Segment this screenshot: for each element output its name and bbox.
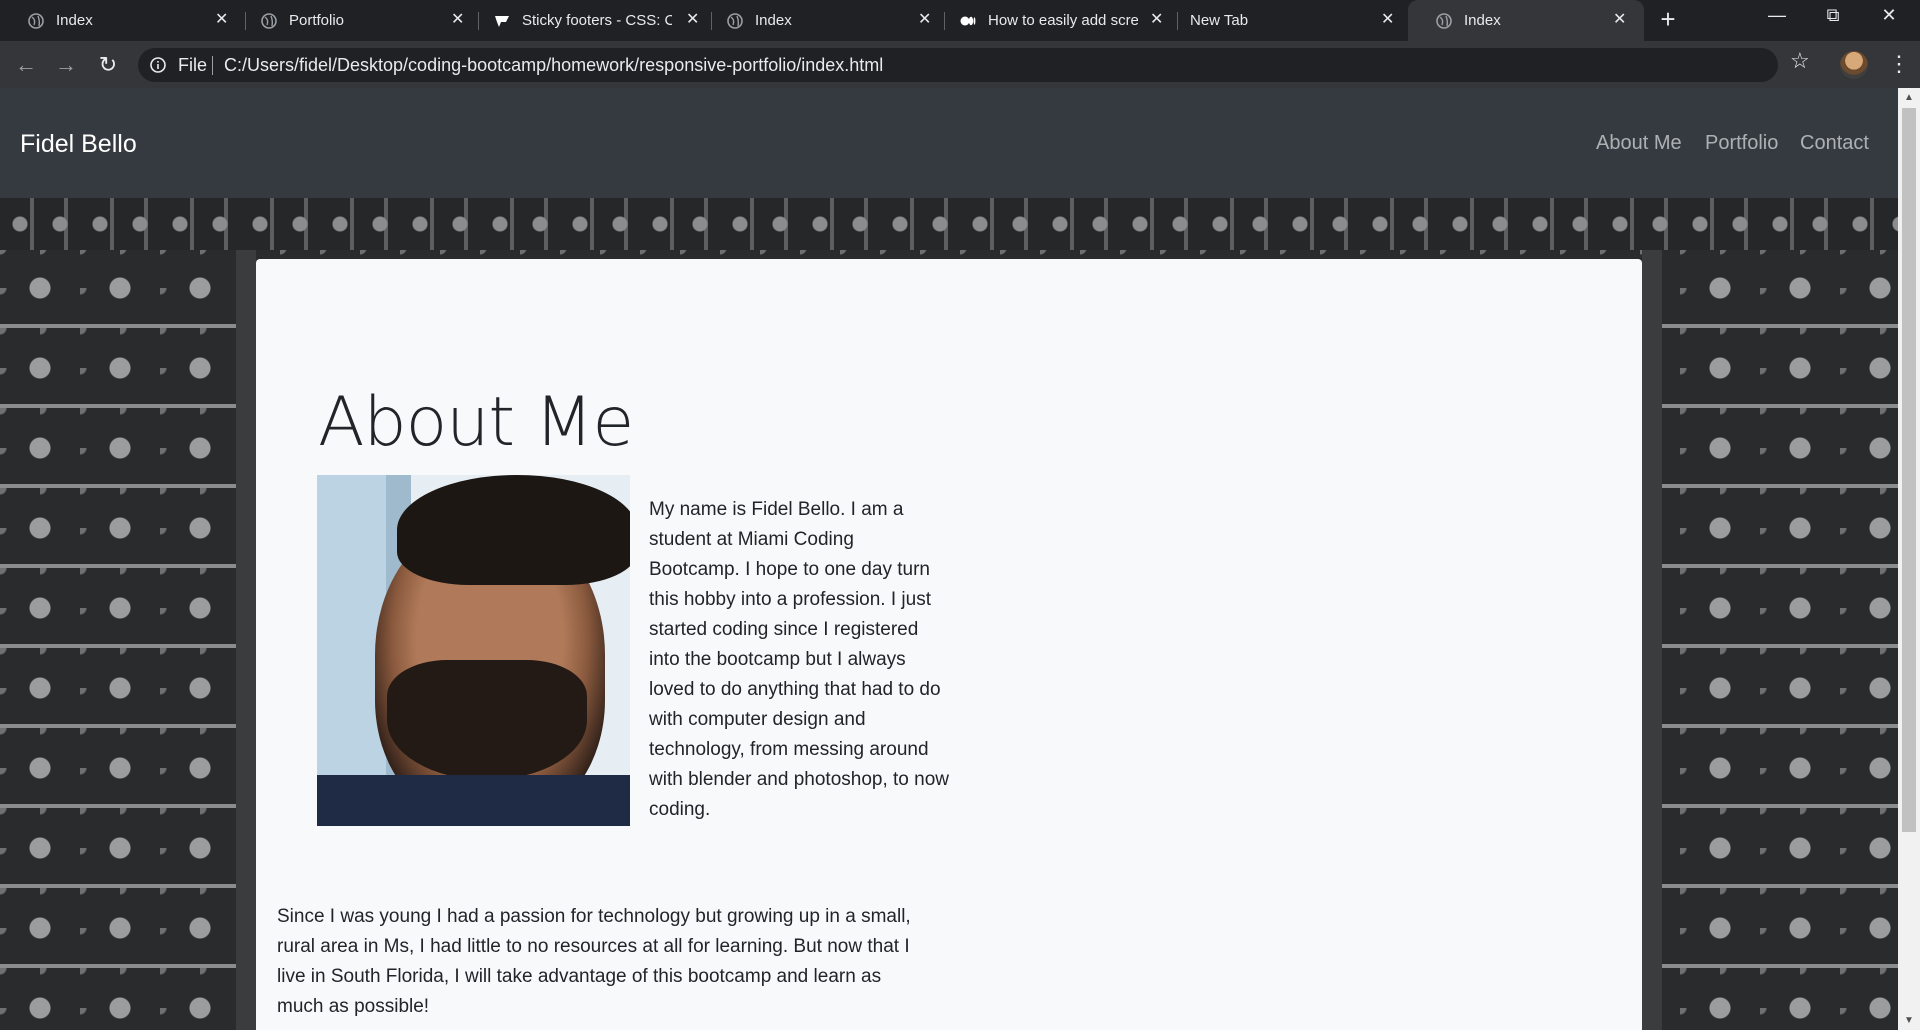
tab-sticky-footers[interactable]: Sticky footers - CSS: Ca ✕ bbox=[466, 0, 711, 41]
tab-title: Portfolio bbox=[289, 12, 345, 29]
page-scrollbar[interactable]: ▲ ▼ bbox=[1898, 88, 1920, 1030]
tab-new-tab[interactable]: New Tab ✕ bbox=[1165, 0, 1410, 41]
globe-icon bbox=[261, 13, 277, 29]
content-border-left bbox=[236, 250, 256, 1030]
browser-toolbar: ← → ↻ File C:/Users/fidel/Desktop/coding… bbox=[0, 41, 1920, 88]
tab-portfolio[interactable]: Portfolio ✕ bbox=[233, 0, 478, 41]
globe-icon bbox=[727, 13, 743, 29]
tab-title: Index bbox=[1464, 12, 1501, 29]
close-icon[interactable]: ✕ bbox=[918, 11, 931, 29]
close-icon[interactable]: ✕ bbox=[1613, 11, 1626, 29]
about-card: About Me My name is Fidel Bello. I am a … bbox=[256, 259, 1642, 1030]
scroll-up-arrow-icon[interactable]: ▲ bbox=[1904, 92, 1914, 103]
nav-link-about-me[interactable]: About Me bbox=[1596, 132, 1682, 155]
tab-index-1[interactable]: Index ✕ bbox=[0, 0, 245, 41]
site-navbar: Fidel Bello About Me Portfolio Contact bbox=[0, 88, 1898, 198]
medium-icon bbox=[960, 16, 976, 26]
close-icon[interactable]: ✕ bbox=[686, 11, 699, 29]
bookmark-star-icon[interactable]: ☆ bbox=[1790, 50, 1812, 72]
tab-title: How to easily add scre bbox=[988, 12, 1138, 29]
photo-shirt bbox=[317, 775, 630, 826]
page-title: About Me bbox=[318, 383, 634, 462]
minimize-button[interactable]: — bbox=[1762, 5, 1792, 29]
tab-title: Index bbox=[755, 12, 792, 29]
tab-title: New Tab bbox=[1190, 12, 1249, 29]
photo-hair bbox=[397, 475, 630, 585]
nav-link-contact[interactable]: Contact bbox=[1800, 132, 1869, 155]
url-text[interactable]: C:/Users/fidel/Desktop/coding-bootcamp/h… bbox=[224, 55, 883, 76]
background-pattern bbox=[0, 198, 1898, 250]
profile-avatar[interactable] bbox=[1840, 51, 1868, 79]
content-border-right bbox=[1642, 250, 1662, 1030]
css-tricks-icon bbox=[495, 16, 509, 27]
address-bar[interactable]: File C:/Users/fidel/Desktop/coding-bootc… bbox=[138, 48, 1778, 82]
close-icon[interactable]: ✕ bbox=[1150, 11, 1163, 29]
close-icon[interactable]: ✕ bbox=[215, 11, 228, 29]
back-button[interactable]: ← bbox=[12, 51, 40, 79]
new-tab-button[interactable]: + bbox=[1655, 6, 1681, 32]
reload-button[interactable]: ↻ bbox=[94, 51, 122, 79]
forward-button[interactable]: → bbox=[52, 51, 80, 79]
close-icon[interactable]: ✕ bbox=[451, 11, 464, 29]
omnibox-separator bbox=[212, 56, 213, 75]
scrollbar-thumb[interactable] bbox=[1902, 108, 1916, 832]
restore-button[interactable]: ⧉ bbox=[1818, 5, 1848, 29]
globe-icon bbox=[28, 13, 44, 29]
tab-index-2[interactable]: Index ✕ bbox=[699, 0, 944, 41]
tab-title: Index bbox=[56, 12, 93, 29]
nav-link-portfolio[interactable]: Portfolio bbox=[1705, 132, 1778, 155]
site-brand[interactable]: Fidel Bello bbox=[20, 130, 137, 159]
tab-screenshots[interactable]: How to easily add scre ✕ bbox=[932, 0, 1177, 41]
menu-icon[interactable]: ⋮ bbox=[1888, 49, 1910, 79]
tab-index-active[interactable]: Index ✕ bbox=[1408, 0, 1644, 41]
page-viewport: Fidel Bello About Me Portfolio Contact A… bbox=[0, 88, 1898, 1030]
close-icon[interactable]: ✕ bbox=[1381, 11, 1394, 29]
profile-photo bbox=[317, 475, 630, 826]
scroll-down-arrow-icon[interactable]: ▼ bbox=[1904, 1015, 1914, 1026]
close-window-button[interactable]: ✕ bbox=[1874, 5, 1904, 29]
tab-strip: Index ✕ Portfolio ✕ Sticky footers - CSS… bbox=[0, 0, 1920, 41]
bio-paragraph: My name is Fidel Bello. I am a student a… bbox=[649, 499, 949, 820]
photo-beard bbox=[387, 660, 587, 780]
globe-icon bbox=[1436, 13, 1452, 29]
scheme-label: File bbox=[178, 55, 208, 75]
info-icon[interactable] bbox=[150, 57, 166, 73]
tab-title: Sticky footers - CSS: Ca bbox=[522, 12, 672, 29]
bio-paragraph-2: Since I was young I had a passion for te… bbox=[277, 906, 911, 1017]
